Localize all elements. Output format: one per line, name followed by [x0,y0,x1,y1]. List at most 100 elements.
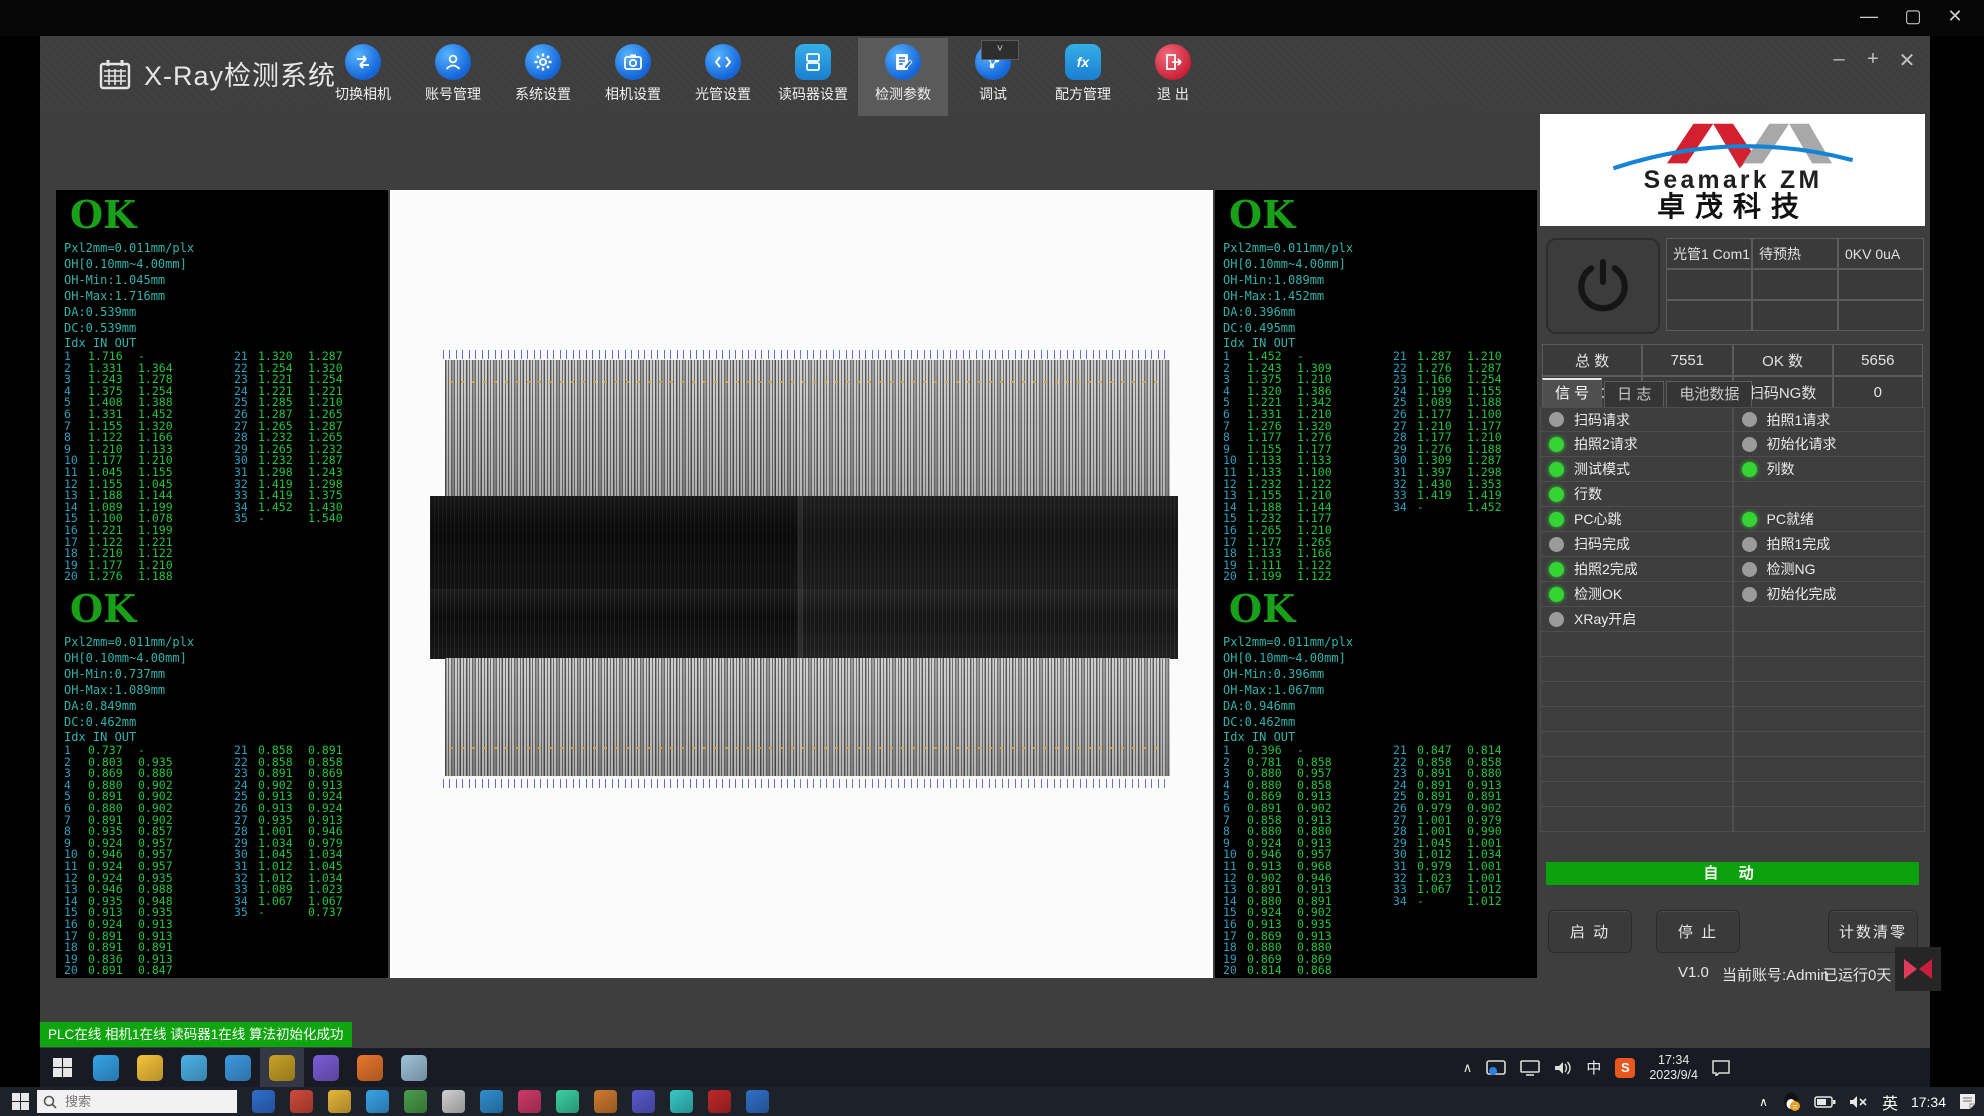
tray-chevron-up-icon[interactable]: ∧ [1759,1095,1768,1109]
taskbar2-app-10[interactable] [594,1090,617,1113]
red-flag-icon[interactable] [1895,947,1941,991]
taskbar2-app-6[interactable] [442,1090,465,1113]
snip-tool-icon[interactable] [1486,1060,1506,1076]
svg-text:fx: fx [1077,54,1091,70]
taskbar2-app-5[interactable] [404,1090,427,1113]
volume-icon[interactable] [1554,1060,1572,1076]
mail-icon[interactable] [216,1048,260,1087]
taskbar2-app-13[interactable] [708,1090,731,1113]
measure-meta-line: OH-Max:1.067mm [1223,682,1537,698]
start-button[interactable]: 启 动 [1548,910,1632,953]
os-minimize-icon[interactable]: — [1854,6,1884,27]
file-explorer-icon[interactable] [128,1048,172,1087]
xray-app-icon[interactable] [260,1048,304,1087]
toolbar-item-fx[interactable]: fx配方管理 [1038,38,1128,116]
stop-button[interactable]: 停 止 [1656,910,1740,953]
taskbar2-app-1[interactable] [252,1090,275,1113]
signal-label: 检测OK [1574,584,1622,604]
taskbar-search[interactable] [37,1090,237,1113]
tab-日志[interactable]: 日 志 [1604,381,1664,408]
office-app-icon[interactable] [348,1048,392,1087]
user-icon [435,44,471,80]
signal-row: 扫码完成拍照1完成 [1540,532,1925,557]
tab-电池数据[interactable]: 电池数据 [1666,381,1752,408]
measure-meta-line: OH-Max:1.089mm [64,682,388,698]
tube-status-cell [1666,269,1752,300]
notification-center-icon[interactable] [1712,1060,1730,1076]
measure-meta-line: OH[0.10mm~4.00mm] [64,650,388,666]
row-in-value: 0.814 [1247,965,1297,977]
signal-row-empty [1540,807,1925,832]
ime-indicator[interactable]: 中 [1586,1057,1601,1078]
fx-icon: fx [1065,44,1101,80]
row-in-value: - [1417,896,1467,908]
xray-image-view[interactable] [390,190,1213,978]
start-icon[interactable] [40,1048,84,1087]
volume-muted-icon[interactable] [1849,1095,1869,1109]
tray-chevron-up-icon[interactable]: ∧ [1463,1060,1473,1076]
toolbar-item-user[interactable]: 账号管理 [408,38,498,116]
os-maximize-icon[interactable]: ▢ [1898,6,1928,27]
auto-mode-banner: 自 动 [1546,862,1919,885]
app-minimize-icon[interactable]: – [1826,48,1852,71]
qq-icon[interactable]: = [1781,1092,1801,1112]
os-close-icon[interactable]: ✕ [1940,6,1970,27]
code-icon [705,44,741,80]
signal-cell [1540,707,1733,732]
toolbar-item-code[interactable]: 光管设置 [678,38,768,116]
row-in-value: - [1417,502,1467,514]
battery-icon[interactable] [1814,1096,1836,1108]
store-icon[interactable] [172,1048,216,1087]
row-in-value: 1.276 [88,571,138,583]
toolbar-item-label: 调试 [979,84,1007,104]
tab-信号[interactable]: 信 号 [1542,378,1602,408]
toolbar-item-exit[interactable]: 退 出 [1128,38,1218,116]
toolbar-item-camera[interactable]: 相机设置 [588,38,678,116]
start-icon[interactable] [12,1093,29,1110]
taskbar2-app-9[interactable] [556,1090,579,1113]
taskbar2-app-3[interactable] [328,1090,351,1113]
toolbar-item-swap-arrows[interactable]: 切换相机 [318,38,408,116]
signal-dot-off [1742,537,1757,552]
hs-app-icon[interactable] [304,1048,348,1087]
toolbar-item-doc-edit[interactable]: 检测参数 [858,38,948,116]
row-index: 34 [1393,502,1417,514]
main-toolbar: 切换相机账号管理系统设置相机设置光管设置读码器设置检测参数调试fx配方管理退 出 [318,38,1218,110]
toolbar-item-reader[interactable]: 读码器设置 [768,38,858,116]
row-in-value: - [258,907,308,919]
inner-clock[interactable]: 17:34 2023/9/4 [1649,1053,1698,1083]
row-in-value: 1.199 [1247,571,1297,583]
outer-clock-time[interactable]: 17:34 [1911,1094,1946,1110]
sticky-notes-icon[interactable] [1959,1093,1976,1110]
edge-browser-icon[interactable] [84,1048,128,1087]
taskbar2-app-12[interactable] [670,1090,693,1113]
row-out-value: 1.452 [1467,502,1502,514]
signal-dot-on [1549,487,1564,502]
counter-row: 总 数7551OK 数5656 [1542,344,1923,376]
taskbar2-app-4[interactable] [366,1090,389,1113]
toolbar-item-gear[interactable]: 系统设置 [498,38,588,116]
taskbar2-app-11[interactable] [632,1090,655,1113]
chevron-down-icon[interactable]: ˅ [981,40,1019,60]
rows-column-1: 11.716-21.3311.36431.2431.27841.3751.254… [64,351,173,583]
taskbar2-app-14[interactable] [746,1090,769,1113]
taskbar2-app-8[interactable] [518,1090,541,1113]
taskbar2-app-2[interactable] [290,1090,313,1113]
tube-status-cell: 光管1 Com1 [1666,238,1752,269]
rows-column-1: 10.737-20.8030.93530.8690.88040.8800.902… [64,745,173,977]
measure-meta-line: DC:0.539mm [64,320,388,336]
photos-app-icon[interactable] [392,1048,436,1087]
flameshot-icon[interactable]: S [1615,1058,1635,1078]
search-input[interactable] [63,1093,207,1110]
display-icon[interactable] [1520,1060,1540,1076]
counter-value: 7551 [1642,344,1732,376]
tube-status-cell [1666,300,1752,331]
power-button[interactable] [1546,238,1660,334]
app-close-icon[interactable]: ✕ [1894,48,1920,73]
taskbar2-app-7[interactable] [480,1090,503,1113]
ime-indicator[interactable]: 英 [1882,1090,1898,1114]
signal-row-empty [1540,757,1925,782]
app-restore-icon[interactable]: + [1860,48,1886,71]
signal-dot-off [1549,537,1564,552]
tube-status-cell [1752,300,1838,331]
